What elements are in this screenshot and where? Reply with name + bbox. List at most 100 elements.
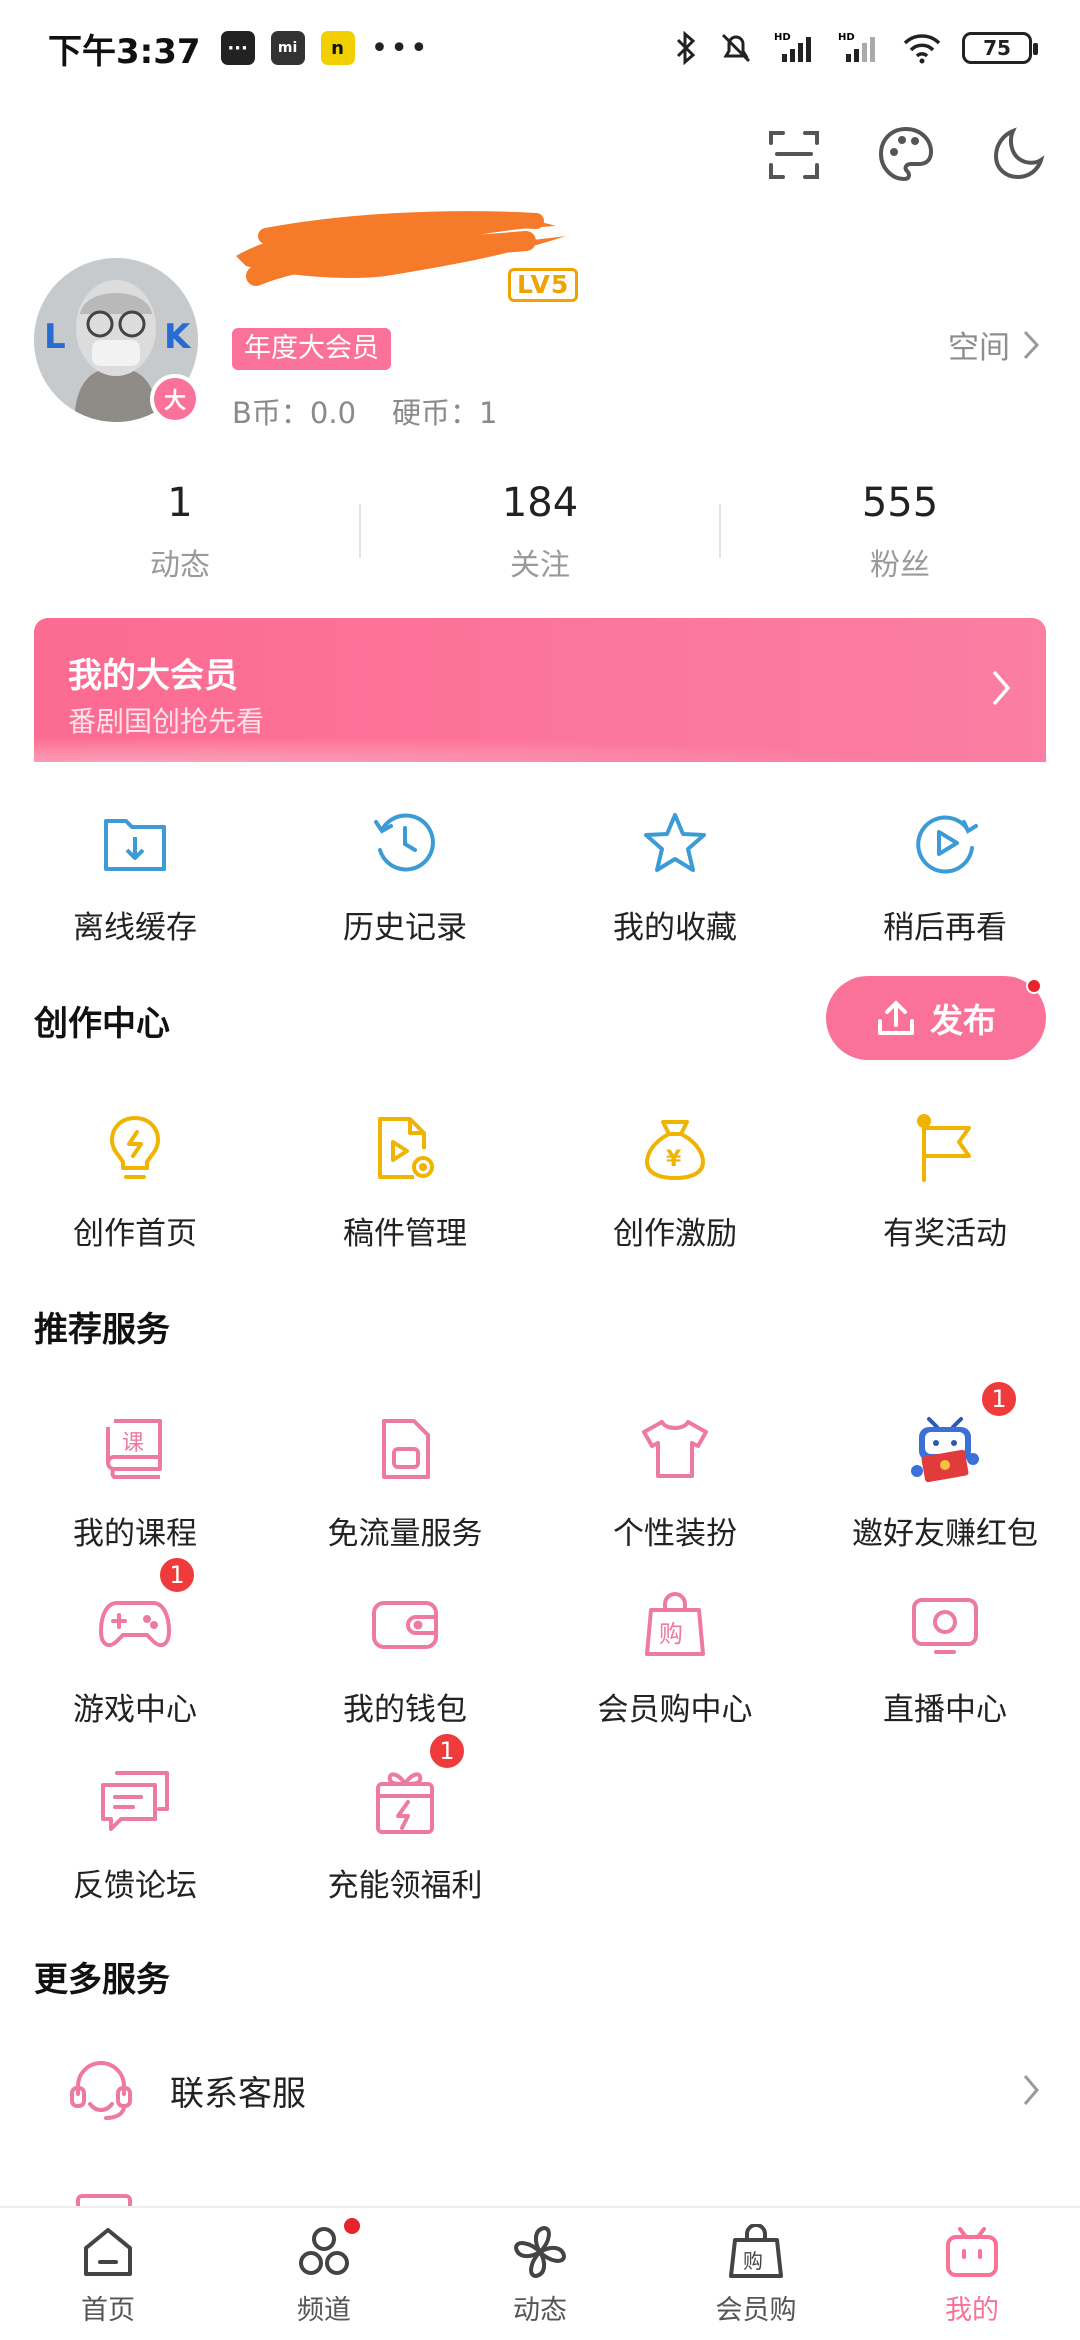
publish-label: 发布 xyxy=(930,1001,996,1040)
recommended-grid-row-3: 反馈论坛 充能领福利 1 xyxy=(0,1732,1080,1905)
data-free-service[interactable]: 免流量服务 xyxy=(270,1404,540,1553)
shop-bag-icon: 购 xyxy=(724,2220,788,2284)
stat-label: 粉丝 xyxy=(870,548,930,583)
service-label: 直播中心 xyxy=(883,1692,1007,1728)
stat-value: 184 xyxy=(501,480,579,526)
quick-actions-row: 离线缓存 历史记录 我的收藏 稍后再看 xyxy=(0,762,1080,952)
creation-home[interactable]: 创作首页 xyxy=(0,1104,270,1253)
nav-channel[interactable]: 频道 xyxy=(216,2208,432,2340)
stat-value: 1 xyxy=(167,480,193,526)
invite-friends-red-packet[interactable]: 邀好友赚红包 1 xyxy=(810,1380,1080,1553)
notification-badge: 1 xyxy=(158,1556,196,1594)
chevron-right-icon xyxy=(1023,2075,1039,2105)
upload-icon xyxy=(878,1001,914,1035)
service-label: 免流量服务 xyxy=(327,1516,483,1552)
vip-banner-title: 我的大会员 xyxy=(68,656,238,696)
live-center[interactable]: 直播中心 xyxy=(810,1580,1080,1729)
svg-text:L: L xyxy=(44,317,66,357)
stat-dynamics[interactable]: 1 动态 xyxy=(0,476,360,596)
nav-label: 我的 xyxy=(945,2295,999,2326)
my-courses[interactable]: 课 我的课程 xyxy=(0,1404,270,1553)
tv-mascot-icon xyxy=(900,1404,990,1494)
watch-later-icon xyxy=(900,798,990,888)
vip-banner[interactable]: 我的大会员 番剧国创抢先看 xyxy=(34,618,1046,762)
night-mode-icon[interactable] xyxy=(986,122,1050,186)
signal-hd-icon: HD xyxy=(838,32,875,62)
nav-label: 首页 xyxy=(81,2295,135,2326)
home-icon xyxy=(76,2220,140,2284)
stat-label: 关注 xyxy=(510,548,570,583)
status-time: 下午3:37 xyxy=(48,31,201,72)
nav-vip-shop[interactable]: 购 会员购 xyxy=(648,2208,864,2340)
game-center[interactable]: 游戏中心 1 xyxy=(0,1556,270,1729)
wifi-icon xyxy=(903,34,941,64)
notification-dot xyxy=(344,2218,360,2234)
nav-dynamics[interactable]: 动态 xyxy=(432,2208,648,2340)
notification-badge: 1 xyxy=(428,1732,466,1770)
recommended-title: 推荐服务 xyxy=(34,1310,170,1350)
stat-followers[interactable]: 555 粉丝 xyxy=(720,476,1080,596)
quick-watch-later[interactable]: 稍后再看 xyxy=(810,762,1080,952)
creation-incentive[interactable]: ¥ 创作激励 xyxy=(540,1104,810,1253)
recommended-grid-row-1: 课 我的课程 免流量服务 个性装扮 邀好友赚红包 1 xyxy=(0,1380,1080,1553)
svg-text:购: 购 xyxy=(743,2249,763,2273)
n-app-icon: n xyxy=(320,31,355,65)
notification-badge: 1 xyxy=(980,1380,1018,1418)
personal-dressup[interactable]: 个性装扮 xyxy=(540,1404,810,1553)
message-icon: ··· xyxy=(220,31,255,65)
vip-shop-center[interactable]: 购 会员购中心 xyxy=(540,1580,810,1729)
quick-label: 稍后再看 xyxy=(883,910,1007,946)
service-label: 会员购中心 xyxy=(597,1692,753,1728)
charge-welfare[interactable]: 充能领福利 1 xyxy=(270,1732,540,1905)
shopping-bag-icon: 购 xyxy=(630,1580,720,1670)
coin-balance: 硬币：1 xyxy=(392,396,498,430)
notification-dot xyxy=(1026,978,1042,994)
quick-label: 离线缓存 xyxy=(73,910,197,946)
contact-service-row[interactable]: 联系客服 xyxy=(0,2040,1080,2140)
wallet-icon xyxy=(360,1580,450,1670)
flag-icon xyxy=(900,1104,990,1194)
manuscript-icon xyxy=(360,1104,450,1194)
nav-label: 频道 xyxy=(297,2295,351,2326)
svg-text:课: 课 xyxy=(122,1431,144,1456)
mi-icon: mi xyxy=(270,31,305,65)
publish-button[interactable]: 发布 xyxy=(826,976,1046,1060)
reward-activities[interactable]: 有奖活动 xyxy=(810,1104,1080,1253)
nav-mine[interactable]: 我的 xyxy=(864,2208,1080,2340)
palette-icon[interactable] xyxy=(874,122,938,186)
pinwheel-icon xyxy=(508,2220,572,2284)
level-badge: LV5 xyxy=(508,268,579,302)
nav-home[interactable]: 首页 xyxy=(0,2208,216,2340)
service-label: 邀好友赚红包 xyxy=(852,1516,1038,1552)
stats-row: 1 动态 184 关注 555 粉丝 xyxy=(0,476,1080,596)
feedback-forum[interactable]: 反馈论坛 xyxy=(0,1756,270,1905)
scan-icon[interactable] xyxy=(762,122,826,186)
more-services-title: 更多服务 xyxy=(34,1960,170,2000)
quick-label: 历史记录 xyxy=(343,910,467,946)
quick-label: 我的收藏 xyxy=(613,910,737,946)
live-tv-icon xyxy=(900,1580,990,1670)
quick-favorites[interactable]: 我的收藏 xyxy=(540,762,810,952)
vip-tag[interactable]: 年度大会员 xyxy=(232,328,391,370)
coins-info: B币：0.0 硬币：1 xyxy=(232,390,497,432)
quick-history[interactable]: 历史记录 xyxy=(270,762,540,952)
creation-center-title: 创作中心 xyxy=(34,1004,170,1044)
status-left-icons: ··· mi n ••• xyxy=(220,30,430,66)
bluetooth-icon xyxy=(676,30,696,66)
chat-bubbles-icon xyxy=(90,1756,180,1846)
more-dots-icon: ••• xyxy=(370,30,430,66)
course-book-icon: 课 xyxy=(90,1404,180,1494)
stat-following[interactable]: 184 关注 xyxy=(360,476,720,596)
my-wallet[interactable]: 我的钱包 xyxy=(270,1580,540,1729)
history-clock-icon xyxy=(360,798,450,888)
space-link[interactable]: 空间 xyxy=(948,322,1040,367)
service-label: 充能领福利 xyxy=(327,1868,483,1904)
svg-text:HD: HD xyxy=(774,32,791,43)
manuscript-management[interactable]: 稿件管理 xyxy=(270,1104,540,1253)
chevron-right-icon xyxy=(992,670,1011,706)
quick-offline-cache[interactable]: 离线缓存 xyxy=(0,762,270,952)
lightbulb-icon xyxy=(90,1104,180,1194)
bcoin-balance: B币：0.0 xyxy=(232,396,357,430)
star-icon xyxy=(630,798,720,888)
svg-text:购: 购 xyxy=(659,1620,683,1648)
